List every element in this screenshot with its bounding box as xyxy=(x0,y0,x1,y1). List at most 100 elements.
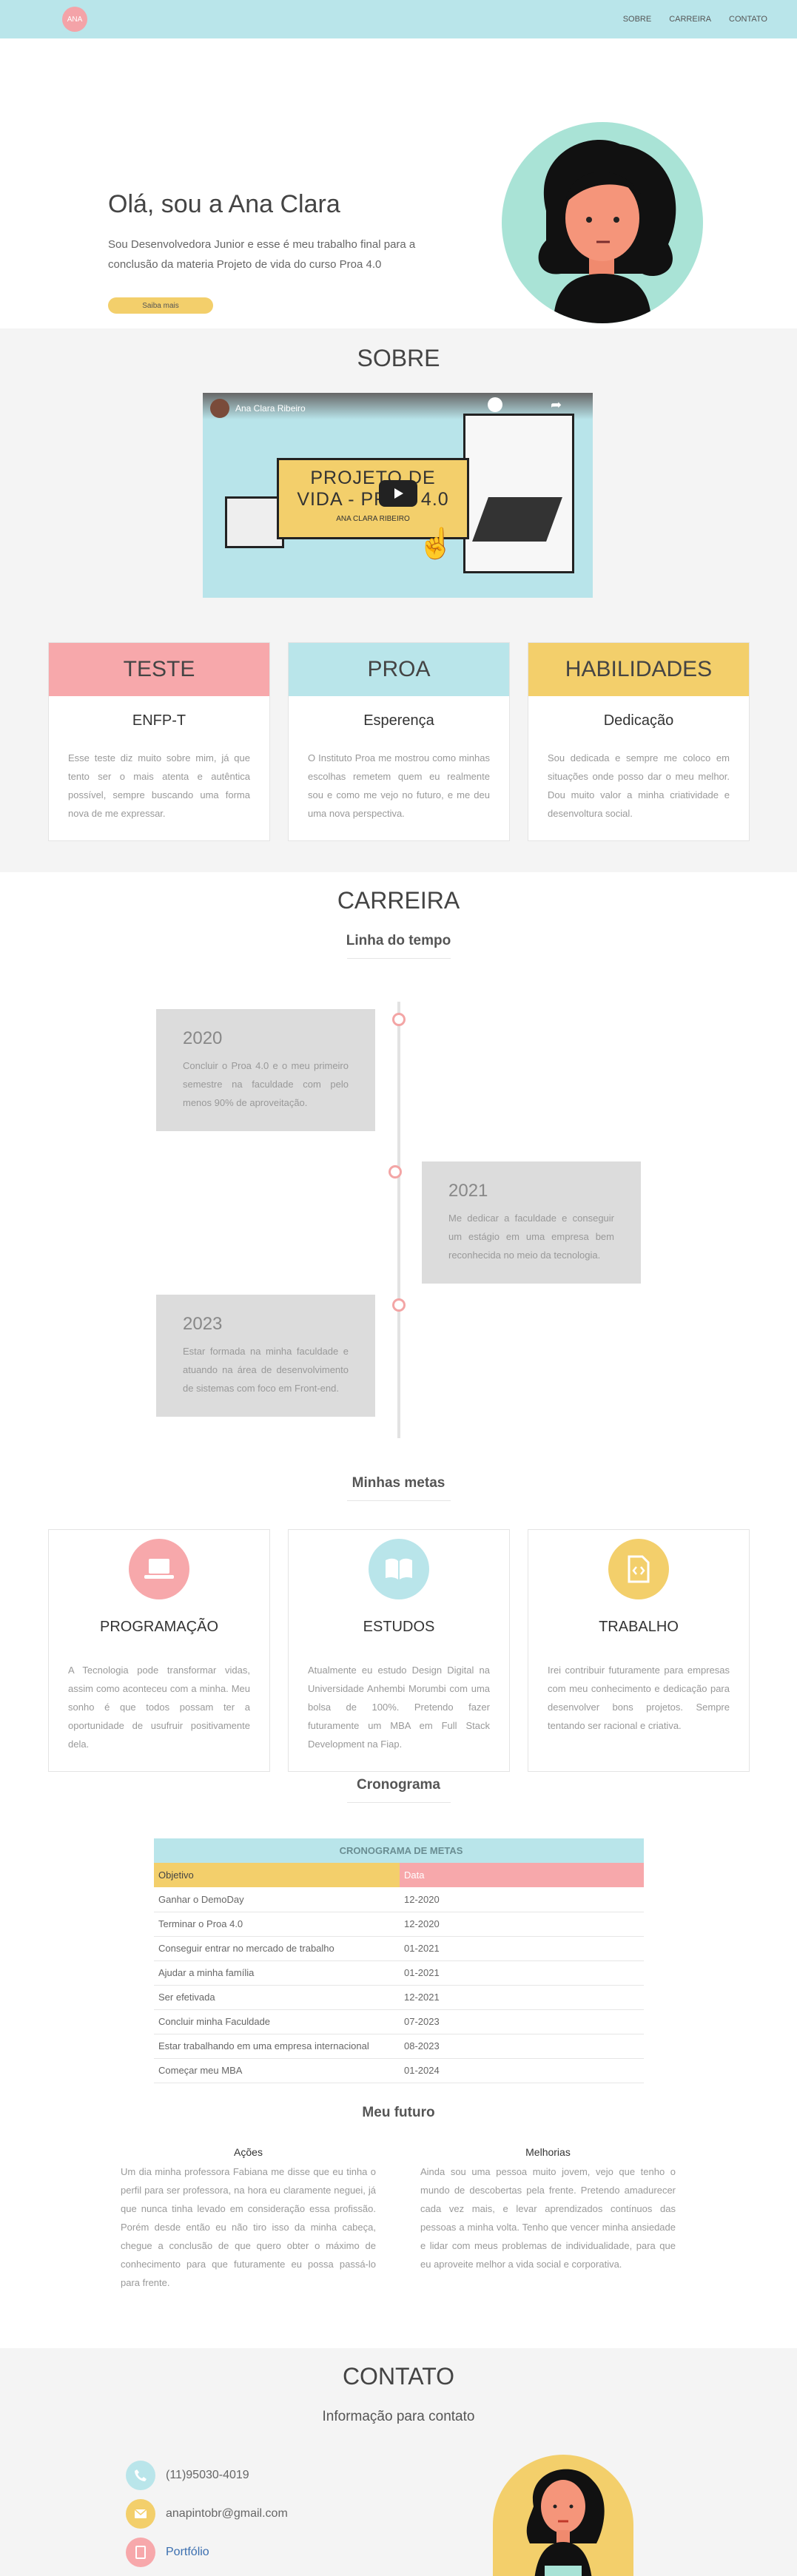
table-cell-data: 12-2020 xyxy=(404,1893,440,1905)
timeline-dot-2023 xyxy=(392,1298,406,1312)
table-cell-data: 07-2023 xyxy=(404,2016,440,2027)
table-row: Estar trabalhando em uma empresa interna… xyxy=(154,2034,644,2058)
future-title: Meu futuro xyxy=(362,2105,435,2120)
future-melhorias-text: Ainda sou uma pessoa muito jovem, vejo q… xyxy=(420,2166,676,2270)
future-acoes-text: Um dia minha professora Fabiana me disse… xyxy=(121,2166,376,2288)
goal-title: PROGRAMAÇÃO xyxy=(99,1619,219,1635)
contact-portfolio: Portfólio xyxy=(126,2538,209,2567)
table-row: Conseguir entrar no mercado de trabalho 0… xyxy=(154,1936,644,1960)
goals-cards: PROGRAMAÇÃO A Tecnologia pode transforma… xyxy=(48,1529,750,1772)
timeline-text: Estar formada na minha faculdade e atuan… xyxy=(183,1346,349,1394)
timeline-item-2020: 2020 Concluir o Proa 4.0 e o meu primeir… xyxy=(156,1009,375,1131)
email-text[interactable]: anapintobr@gmail.com xyxy=(166,2507,288,2521)
logo[interactable]: ANA xyxy=(62,7,87,32)
table-cell-data: 01-2024 xyxy=(404,2065,440,2076)
navbar: ANA SOBRE CARREIRA CONTATO xyxy=(0,0,797,38)
goal-text: A Tecnologia pode transformar vidas, ass… xyxy=(68,1665,250,1750)
timeline-dot-2020 xyxy=(392,1013,406,1026)
timeline-year: 2023 xyxy=(183,1314,223,1334)
table-cell-objetivo: Conseguir entrar no mercado de trabalho xyxy=(158,1943,334,1954)
contato-subtitle: Informação para contato xyxy=(322,2409,475,2424)
video-channel-name[interactable]: Ana Clara Ribeiro xyxy=(235,403,306,414)
video-player[interactable]: Ana Clara Ribeiro PROJETO DE VIDA - PROA… xyxy=(203,393,593,598)
table-cell-objetivo: Terminar o Proa 4.0 xyxy=(158,1918,243,1929)
hero-avatar xyxy=(502,122,703,323)
goals-title: Minhas metas xyxy=(352,1475,445,1491)
timeline-year: 2021 xyxy=(448,1181,488,1201)
table-row: Ser efetivada 12-2021 xyxy=(154,1985,644,2009)
laptop-icon xyxy=(129,1539,189,1599)
woman-illustration-icon xyxy=(538,140,676,323)
goal-text: Irei contribuir futuramente para empresa… xyxy=(548,1665,730,1731)
table-caption: CRONOGRAMA DE METAS xyxy=(154,1838,644,1863)
saiba-mais-button[interactable]: Saiba mais xyxy=(108,297,213,314)
table-header-objetivo: Objetivo xyxy=(154,1863,400,1887)
table-header-data: Data xyxy=(400,1863,644,1887)
video-subtitle: ANA CLARA RIBEIRO xyxy=(336,515,410,523)
nav-link-carreira[interactable]: CARREIRA xyxy=(669,15,711,24)
table-cell-data: 12-2021 xyxy=(404,1992,440,2003)
schedule-table: CRONOGRAMA DE METAS Objetivo Data Ganhar… xyxy=(154,1838,644,2083)
portfolio-link[interactable]: Portfólio xyxy=(166,2546,209,2559)
card-head-teste: TESTE xyxy=(49,643,269,696)
goal-card-estudos: ESTUDOS Atualmente eu estudo Design Digi… xyxy=(288,1529,510,1772)
table-row: Ganhar o DemoDay 12-2020 xyxy=(154,1887,644,1912)
card-proa: PROA Esperença O Instituto Proa me mostr… xyxy=(288,642,510,841)
play-button[interactable] xyxy=(379,480,417,507)
channel-avatar[interactable] xyxy=(210,399,229,418)
timeline-title: Linha do tempo xyxy=(346,933,451,948)
carreira-title: CARREIRA xyxy=(337,887,460,914)
laptop-left-illustration xyxy=(225,496,284,548)
code-file-icon xyxy=(608,1539,669,1599)
card-title-teste: ENFP-T xyxy=(132,712,186,729)
table-cell-data: 12-2020 xyxy=(404,1918,440,1929)
future-acoes-title: Ações xyxy=(234,2146,263,2158)
goals-underline xyxy=(346,1500,451,1501)
table-cell-data: 01-2021 xyxy=(404,1967,440,1978)
hero-section: Olá, sou a Ana Clara Sou Desenvolvedora … xyxy=(0,38,797,328)
nav-link-contato[interactable]: CONTATO xyxy=(729,15,767,24)
phone-text[interactable]: (11)95030-4019 xyxy=(166,2469,249,2482)
card-teste: TESTE ENFP-T Esse teste diz muito sobre … xyxy=(48,642,270,841)
table-cell-objetivo: Ser efetivada xyxy=(158,1992,215,2003)
schedule-title: Cronograma xyxy=(357,1777,440,1793)
phone-icon xyxy=(126,2461,155,2490)
timeline-year: 2020 xyxy=(183,1028,223,1048)
nav-link-sobre[interactable]: SOBRE xyxy=(623,15,652,24)
goal-card-trabalho: TRABALHO Irei contribuir futuramente par… xyxy=(528,1529,750,1772)
timeline-underline xyxy=(346,958,451,959)
sobre-title: SOBRE xyxy=(357,345,440,371)
card-head-habilidades: HABILIDADES xyxy=(528,643,749,696)
contato-section: CONTATO Informação para contato (11)9503… xyxy=(0,2348,797,2576)
goals-header: Minhas metas xyxy=(0,1475,797,1501)
laptop-photo-illustration xyxy=(463,414,574,573)
timeline-text: Me dedicar a faculdade e conseguir um es… xyxy=(448,1213,614,1261)
table-cell-objetivo: Estar trabalhando em uma empresa interna… xyxy=(158,2040,369,2051)
card-head-proa: PROA xyxy=(289,643,509,696)
share-icon[interactable]: ➦ xyxy=(551,397,562,413)
card-title-proa: Esperença xyxy=(363,712,434,729)
timeline-dot-2021 xyxy=(389,1165,402,1179)
goal-text: Atualmente eu estudo Design Digital na U… xyxy=(308,1665,490,1750)
table-row: Começar meu MBA 01-2024 xyxy=(154,2058,644,2083)
woman-portrait-icon xyxy=(526,2469,605,2576)
schedule-table-wrapper: CRONOGRAMA DE METAS Objetivo Data Ganhar… xyxy=(154,1838,644,2083)
table-cell-objetivo: Ajudar a minha família xyxy=(158,1967,255,1978)
future-melhorias: Melhorias Ainda sou uma pessoa muito jov… xyxy=(420,2146,676,2273)
table-cell-objetivo: Começar meu MBA xyxy=(158,2065,243,2076)
hero-title: Olá, sou a Ana Clara xyxy=(108,190,340,218)
sobre-cards: TESTE ENFP-T Esse teste diz muito sobre … xyxy=(48,642,750,841)
carreira-section: CARREIRA Linha do tempo 2020 Concluir o … xyxy=(0,872,797,2348)
watch-later-icon[interactable] xyxy=(488,397,502,412)
timeline-item-2023: 2023 Estar formada na minha faculdade e … xyxy=(156,1295,375,1417)
document-icon xyxy=(126,2538,155,2567)
table-cell-objetivo: Concluir minha Faculdade xyxy=(158,2016,271,2027)
sobre-section: SOBRE Ana Clara Ribeiro PROJETO DE VIDA … xyxy=(0,328,797,872)
contact-email: anapintobr@gmail.com xyxy=(126,2499,288,2529)
card-text-habilidades: Sou dedicada e sempre me coloco em situa… xyxy=(548,752,730,819)
nav-links: SOBRE CARREIRA CONTATO xyxy=(623,15,767,24)
play-icon xyxy=(394,488,403,499)
future-melhorias-title: Melhorias xyxy=(525,2146,571,2158)
card-habilidades: HABILIDADES Dedicação Sou dedicada e sem… xyxy=(528,642,750,841)
table-cell-data: 01-2021 xyxy=(404,1943,440,1954)
